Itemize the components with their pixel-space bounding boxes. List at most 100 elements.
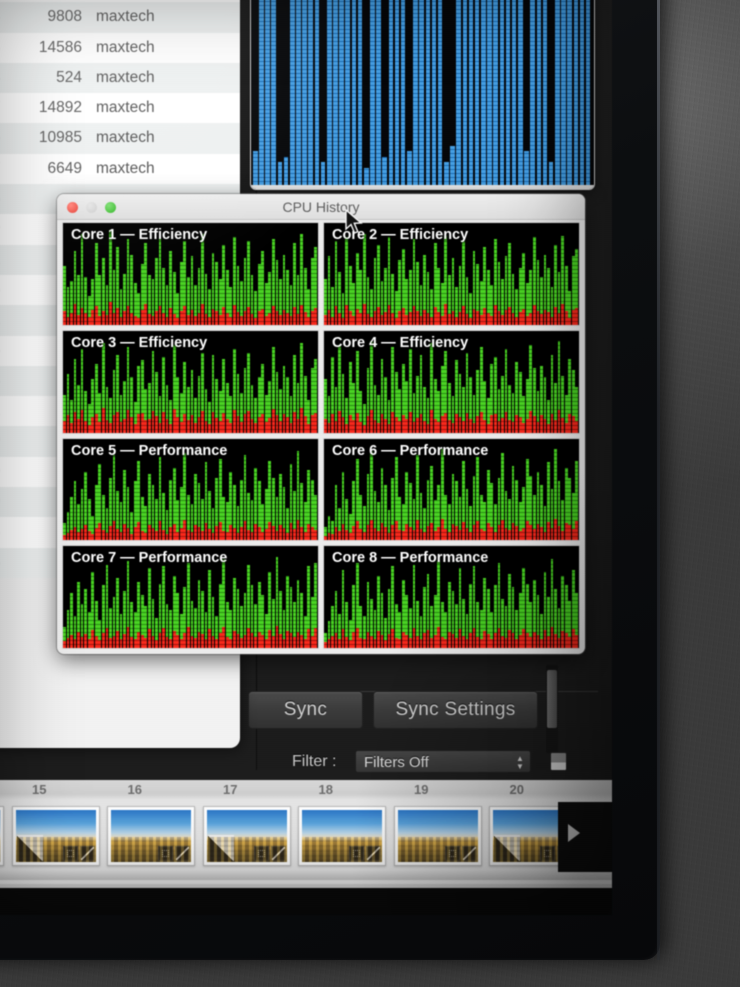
cpu-system-segment	[310, 635, 314, 648]
adjustments-badge-icon[interactable]	[270, 846, 286, 861]
cpu-system-segment	[426, 526, 430, 541]
cpu-core-graph[interactable]: Core 1 — Efficiency	[62, 222, 319, 326]
cpu-system-segment	[197, 631, 201, 648]
cpu-core-graph[interactable]: Core 5 — Performance	[62, 437, 319, 542]
table-cell-pid: 14892	[38, 99, 82, 117]
cpu-system-segment	[73, 526, 77, 541]
cpu-core-graph[interactable]: Core 4 — Efficiency	[323, 329, 580, 434]
cpu-bar	[522, 546, 526, 648]
filmstrip-thumbnail[interactable]	[298, 806, 386, 866]
cpu-system-segment	[377, 423, 380, 433]
crop-badge-icon[interactable]	[444, 846, 460, 861]
cpu-system-segment	[80, 636, 84, 648]
cpu-system-segment	[151, 316, 155, 325]
cpu-system-segment	[352, 631, 356, 648]
cpu-system-segment	[109, 423, 112, 433]
history-bar	[425, 0, 431, 185]
filmstrip-thumbnail[interactable]	[202, 806, 291, 866]
table-row[interactable]: 9676649maxtech	[0, 153, 240, 185]
cpu-core-graph[interactable]: Core 2 — Efficiency	[323, 222, 580, 326]
cpu-system-segment	[112, 313, 116, 325]
cpu-history-titlebar[interactable]: CPU History	[57, 194, 585, 220]
table-cell-user: maxtech	[96, 8, 155, 26]
chevron-updown-icon[interactable]: ▲ ▼	[514, 754, 526, 771]
cpu-system-segment	[564, 423, 568, 433]
cpu-core-graph[interactable]: Core 6 — Performance	[323, 437, 580, 542]
filmstrip-thumbnail[interactable]	[393, 806, 482, 866]
adjustments-badge-icon[interactable]	[79, 846, 95, 861]
table-row[interactable]: 59610985maxtech	[0, 123, 240, 154]
cpu-system-segment	[437, 312, 441, 325]
table-row[interactable]: 76714892maxtech	[0, 93, 240, 124]
sync-button[interactable]: Sync	[248, 691, 363, 729]
cpu-system-segment	[525, 521, 529, 541]
cpu-system-segment	[155, 640, 158, 648]
cpu-bar	[264, 438, 268, 541]
cpu-system-segment	[532, 528, 536, 541]
panel-scrollbar-thumb[interactable]	[547, 670, 557, 728]
filmstrip-thumbnail[interactable]	[0, 806, 4, 866]
cpu-core-graph[interactable]: Core 7 — Performance	[62, 545, 319, 649]
filter-preview-icon[interactable]	[550, 752, 567, 771]
table-row[interactable]: 4889808maxtech	[0, 2, 240, 33]
sync-settings-button[interactable]: Sync Settings	[373, 691, 538, 729]
filmstrip-thumbnail[interactable]	[107, 806, 195, 866]
crop-badge-icon[interactable]	[62, 846, 78, 861]
cpu-bar	[225, 223, 229, 325]
cpu-system-segment	[208, 423, 211, 433]
cpu-bar	[296, 546, 300, 648]
cpu-bar	[303, 546, 307, 648]
filter-row: Filter : Filters Off ▲ ▼	[240, 750, 600, 776]
cpu-system-segment	[394, 521, 398, 541]
cpu-bar	[575, 223, 579, 325]
cpu-bar	[282, 223, 286, 325]
cpu-system-segment	[236, 416, 240, 433]
table-row[interactable]: 484524maxtech	[0, 62, 240, 94]
table-row[interactable]: 41314586maxtech	[0, 32, 240, 63]
adjustments-badge-icon[interactable]	[461, 846, 477, 861]
filmstrip-thumbnail[interactable]	[11, 806, 100, 866]
cpu-system-segment	[84, 313, 87, 325]
cpu-bar	[554, 223, 557, 325]
cpu-system-segment	[215, 418, 219, 433]
cpu-core-graph[interactable]: Core 8 — Performance	[323, 545, 580, 649]
cpu-system-segment	[362, 531, 366, 541]
adjustments-badge-icon[interactable]	[175, 846, 190, 861]
cpu-system-segment	[501, 315, 504, 325]
cpu-system-segment	[208, 528, 211, 541]
cpu-system-segment	[268, 629, 272, 648]
cpu-core-graph[interactable]: Core 3 — Efficiency	[62, 329, 319, 434]
history-bar	[437, 0, 443, 185]
crop-badge-icon[interactable]	[158, 846, 173, 861]
adjustments-badge-icon[interactable]	[366, 846, 381, 861]
crop-badge-icon[interactable]	[253, 846, 269, 861]
cpu-bar	[247, 438, 250, 541]
cpu-bar	[564, 223, 568, 325]
cpu-bar	[568, 546, 572, 648]
cpu-system-segment	[247, 410, 250, 433]
cpu-system-segment	[547, 312, 550, 325]
cpu-bar	[476, 331, 480, 433]
cpu-system-segment	[77, 419, 80, 433]
cpu-system-segment	[419, 413, 423, 433]
cpu-bar	[522, 223, 526, 325]
history-graph-blue-window[interactable]	[250, 0, 595, 190]
history-bar	[296, 0, 301, 185]
cpu-bar	[310, 546, 314, 648]
cpu-system-segment	[341, 318, 345, 325]
cpu-system-segment	[201, 633, 204, 648]
cpu-system-segment	[303, 312, 307, 325]
chevron-right-icon[interactable]	[568, 824, 580, 842]
cpu-bar	[550, 438, 554, 541]
cpu-system-segment	[293, 411, 296, 433]
cpu-history-window[interactable]: CPU History Core 1 — Efficiency Core 2 — …	[57, 194, 585, 654]
cpu-system-segment	[197, 313, 201, 325]
crop-badge-icon[interactable]	[349, 846, 364, 861]
cpu-system-segment	[455, 526, 458, 541]
filter-select[interactable]: Filters Off ▲ ▼	[355, 750, 531, 773]
crop-badge-icon[interactable]	[540, 846, 555, 861]
cpu-system-segment	[172, 314, 176, 325]
cpu-system-segment	[296, 520, 300, 541]
cpu-system-segment	[257, 311, 261, 325]
cpu-system-segment	[525, 632, 529, 648]
